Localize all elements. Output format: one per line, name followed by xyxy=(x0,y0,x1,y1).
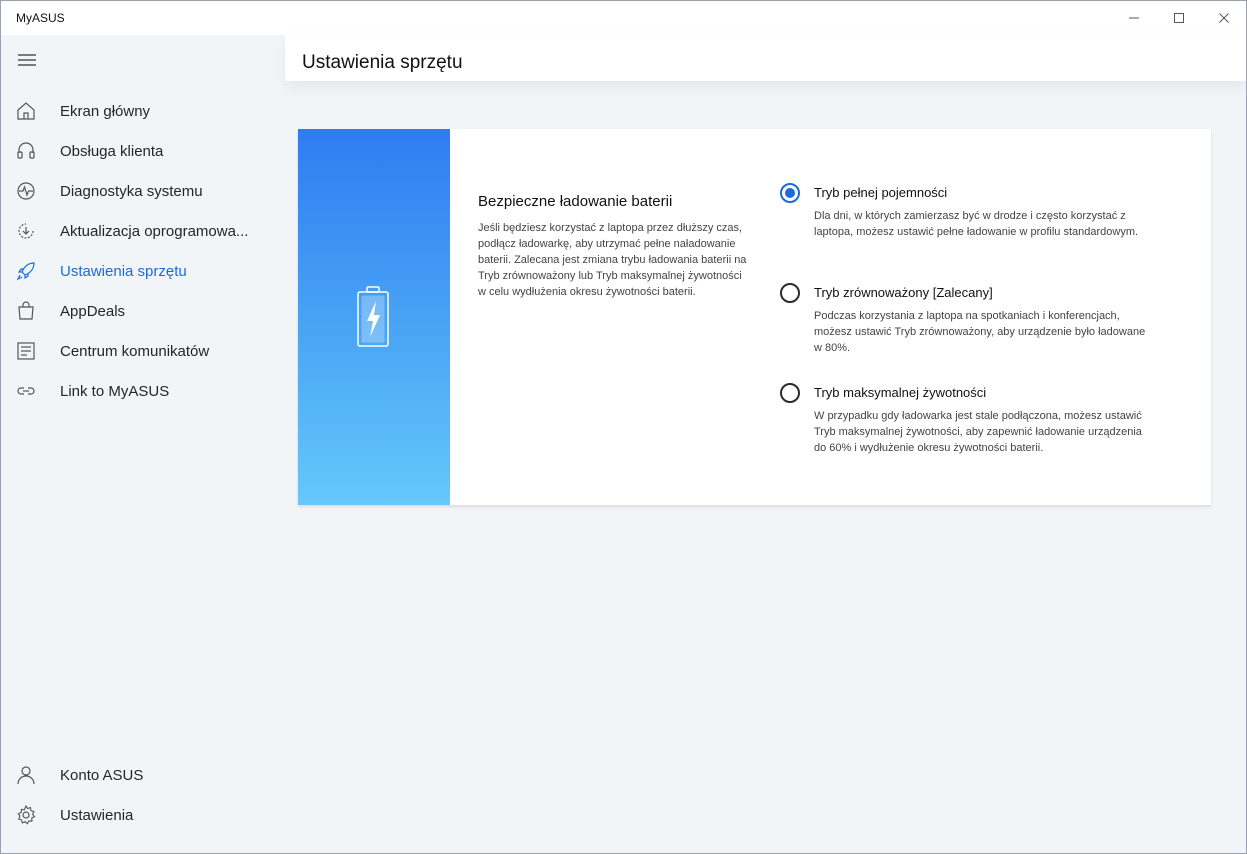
sidebar: Ekran główny Obsługa klienta Diagnostyka… xyxy=(1,35,285,853)
minimize-button[interactable] xyxy=(1111,1,1157,35)
option-balanced[interactable]: Tryb zrównoważony [Zalecany] Podczas kor… xyxy=(780,283,1160,363)
option-maximum-lifespan[interactable]: Tryb maksymalnej żywotności W przypadku … xyxy=(780,383,1160,463)
maximize-button[interactable] xyxy=(1156,1,1202,35)
user-icon xyxy=(15,764,37,786)
sidebar-item-link-to-myasus[interactable]: Link to MyASUS xyxy=(1,371,285,411)
radio-full-capacity[interactable] xyxy=(780,183,800,203)
sidebar-item-settings[interactable]: Ustawienia xyxy=(1,795,285,835)
page-title: Ustawienia sprzętu xyxy=(302,52,463,73)
sidebar-item-label: Ustawienia xyxy=(60,807,134,824)
section-title: Bezpieczne ładowanie baterii xyxy=(478,193,673,210)
sidebar-item-label: Link to MyASUS xyxy=(60,383,170,400)
option-label: Tryb maksymalnej żywotności xyxy=(814,385,987,400)
title-bar: MyASUS xyxy=(1,1,1246,35)
sidebar-item-diagnostics[interactable]: Diagnostyka systemu xyxy=(1,171,285,211)
sidebar-item-label: Centrum komunikatów xyxy=(60,343,210,360)
option-description: Dla dni, w których zamierzasz być w drod… xyxy=(814,210,1139,238)
option-full-capacity[interactable]: Tryb pełnej pojemności Dla dni, w któryc… xyxy=(780,183,1160,263)
option-label: Tryb zrównoważony [Zalecany] xyxy=(814,285,993,300)
bag-icon xyxy=(15,300,37,322)
sidebar-item-update[interactable]: Aktualizacja oprogramowa... xyxy=(1,211,285,251)
option-description: W przypadku gdy ładowarka jest stale pod… xyxy=(814,410,1142,454)
close-button[interactable] xyxy=(1201,1,1246,35)
sidebar-item-label: Ekran główny xyxy=(60,103,151,120)
news-icon xyxy=(15,340,37,362)
headset-icon xyxy=(15,140,37,162)
page-header: Ustawienia sprzętu xyxy=(285,35,1246,81)
sidebar-item-news[interactable]: Centrum komunikatów xyxy=(1,331,285,371)
sidebar-item-account[interactable]: Konto ASUS xyxy=(1,755,285,795)
app-window: MyASUS Ekran główny Obsługa klienta Diag… xyxy=(0,0,1247,854)
sidebar-item-appdeals[interactable]: AppDeals xyxy=(1,291,285,331)
sidebar-item-home[interactable]: Ekran główny xyxy=(1,91,285,131)
link-icon xyxy=(15,380,37,402)
close-icon xyxy=(1219,13,1229,23)
app-title: MyASUS xyxy=(16,11,65,25)
sidebar-item-label: Diagnostyka systemu xyxy=(60,183,203,200)
minimize-icon xyxy=(1129,17,1139,19)
sidebar-item-support[interactable]: Obsługa klienta xyxy=(1,131,285,171)
option-description: Podczas korzystania z laptopa na spotkan… xyxy=(814,310,1146,354)
home-icon xyxy=(15,100,37,122)
menu-icon xyxy=(18,54,36,66)
sidebar-item-hardware-settings[interactable]: Ustawienia sprzętu xyxy=(1,251,285,291)
pulse-icon xyxy=(15,180,37,202)
card-banner xyxy=(298,129,450,505)
option-label: Tryb pełnej pojemności xyxy=(814,185,948,200)
sidebar-item-label: Konto ASUS xyxy=(60,767,144,784)
rocket-icon xyxy=(15,260,37,282)
gear-icon xyxy=(15,804,37,826)
maximize-icon xyxy=(1174,13,1184,23)
sidebar-item-label: Ustawienia sprzętu xyxy=(60,263,187,280)
sidebar-item-label: Obsługa klienta xyxy=(60,143,164,160)
section-description: Jeśli będziesz korzystać z laptopa przez… xyxy=(478,222,747,298)
radio-maximum-lifespan[interactable] xyxy=(780,383,800,403)
radio-balanced[interactable] xyxy=(780,283,800,303)
sidebar-item-label: AppDeals xyxy=(60,303,126,320)
sidebar-item-label: Aktualizacja oprogramowa... xyxy=(60,223,249,240)
battery-charging-icon xyxy=(357,286,389,347)
battery-charging-card: Bezpieczne ładowanie baterii Jeśli będzi… xyxy=(298,129,1211,505)
update-icon xyxy=(15,220,37,242)
main-content: Ustawienia sprzętu Bezpieczne ładowanie … xyxy=(285,35,1246,853)
hamburger-menu-button[interactable] xyxy=(17,53,37,67)
